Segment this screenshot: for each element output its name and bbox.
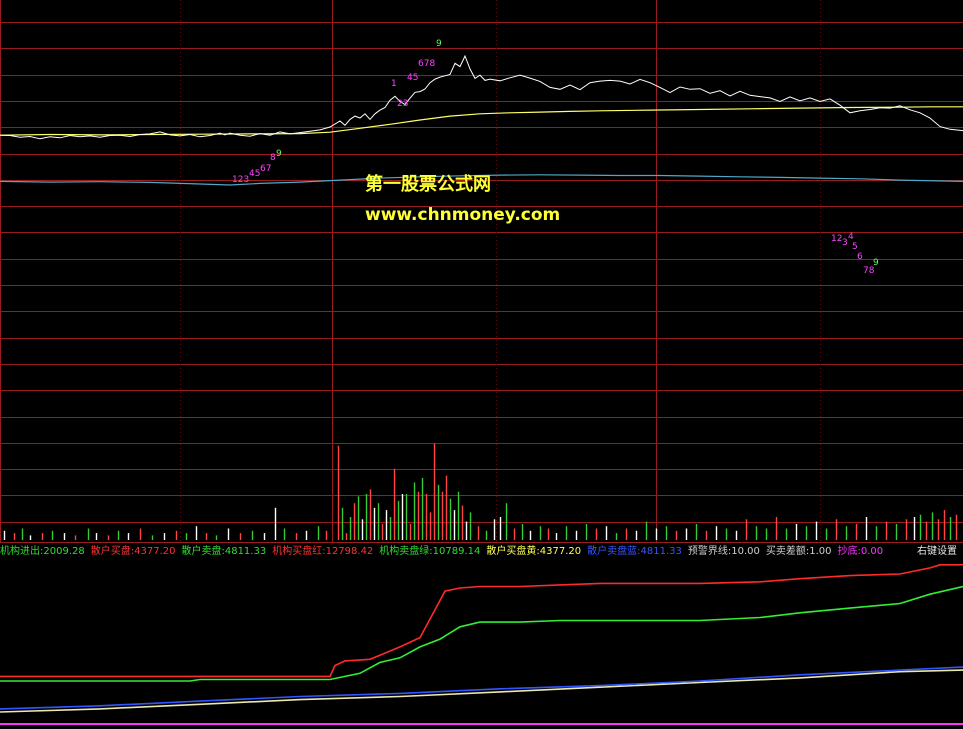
intraday-chart: 9678451238 912345 6712 3456789	[0, 0, 963, 729]
signal-marker: 6	[857, 252, 863, 262]
legend-label: 机构进出:	[0, 546, 44, 557]
legend-label: 散户卖盘蓝:	[587, 546, 641, 557]
legend-item: 机构买盘红:12798.42	[272, 544, 373, 560]
legend-label: 抄底:	[837, 546, 861, 557]
legend-item: 买卖差额:1.00	[766, 544, 832, 560]
legend-item: 机构卖盘绿:10789.14	[379, 544, 480, 560]
signal-marker: 678	[418, 59, 435, 69]
legend-item: 预警界线:10.00	[688, 544, 760, 560]
legend-value: 0.00	[860, 546, 884, 557]
legend-label: 买卖差额:	[765, 546, 810, 557]
signal-marker: 12	[831, 234, 842, 244]
signal-marker: 5	[852, 242, 858, 252]
legend-label: 散户买盘黄:	[486, 546, 540, 557]
signal-marker: 23	[397, 99, 408, 109]
signal-marker: 67	[260, 164, 271, 174]
legend-value: 4377.20	[134, 546, 176, 557]
signal-marker: 9	[276, 149, 282, 159]
legend-label: 机构卖盘绿:	[379, 546, 433, 557]
legend-item: 散户买盘黄:4377.20	[486, 544, 581, 560]
legend-item: 散户卖盘:4811.33	[181, 544, 266, 560]
legend-value: 10.00	[731, 546, 760, 557]
legend-label: 机构买盘红:	[272, 546, 326, 557]
signal-marker: 4	[848, 232, 854, 242]
legend-item: 机构进出:2009.28	[0, 544, 85, 560]
watermark-url: www.chnmoney.com	[365, 205, 561, 225]
signal-marker: 45	[249, 169, 260, 179]
watermark-title: 第一股票公式网	[365, 174, 491, 195]
signal-marker: 9	[873, 258, 879, 268]
legend-value: 2009.28	[43, 546, 85, 557]
legend-value: 12798.42	[325, 546, 374, 557]
legend-value: 1.00	[809, 546, 832, 557]
signal-marker: 3	[842, 238, 848, 248]
settings-button[interactable]: 右键设置	[917, 544, 957, 560]
indicator-legend: 机构进出:2009.28 散户买盘:4377.20 散户卖盘:4811.33 机构买盘…	[0, 544, 963, 560]
legend-item: 散户卖盘蓝:4811.33	[587, 544, 682, 560]
signal-marker: 1	[391, 79, 397, 89]
signal-marker: 9	[436, 39, 442, 49]
legend-value: 4811.33	[224, 546, 267, 557]
legend-value: 4377.20	[539, 546, 582, 557]
legend-items: 机构进出:2009.28 散户买盘:4377.20 散户卖盘:4811.33 机构买盘…	[0, 544, 889, 560]
legend-label: 预警界线:	[687, 546, 732, 557]
legend-value: 4811.33	[640, 546, 682, 557]
legend-label: 散户买盘:	[90, 546, 135, 557]
signal-marker: 45	[407, 73, 418, 83]
legend-item: 抄底:0.00	[838, 544, 884, 560]
legend-label: 散户卖盘:	[181, 546, 225, 557]
legend-value: 10789.14	[432, 546, 481, 557]
signal-marker: 123	[232, 175, 249, 185]
legend-item: 散户买盘:4377.20	[91, 544, 176, 560]
